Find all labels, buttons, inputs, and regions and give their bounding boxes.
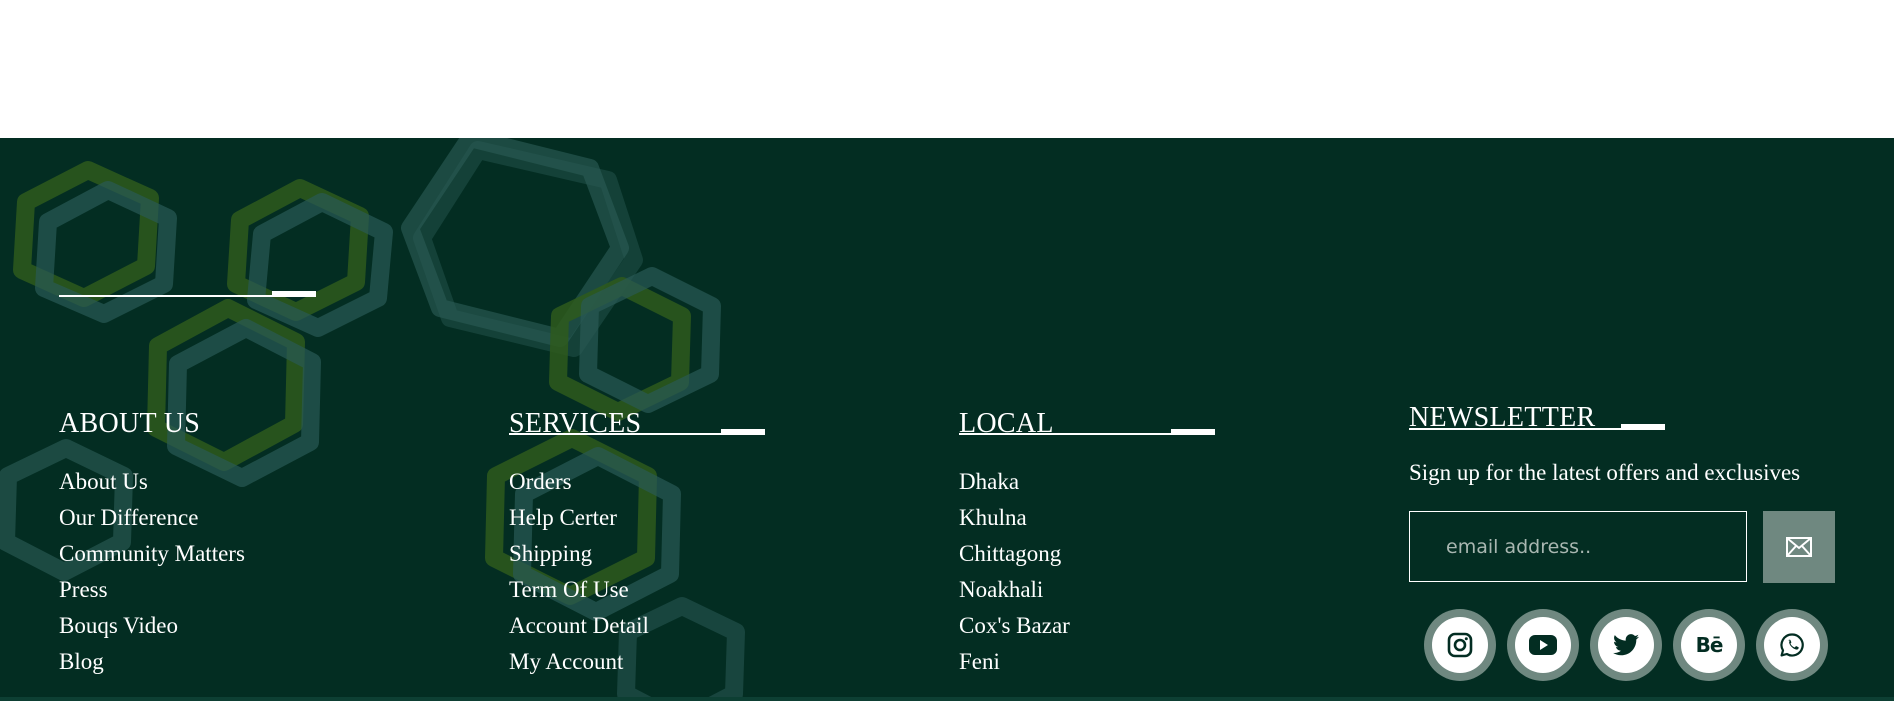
local-title-accent bbox=[1171, 429, 1215, 435]
services-link-orders[interactable]: Orders bbox=[509, 464, 649, 500]
about-link-bouqs-video[interactable]: Bouqs Video bbox=[59, 608, 245, 644]
about-link-community-matters[interactable]: Community Matters bbox=[59, 536, 245, 572]
services-link-shipping[interactable]: Shipping bbox=[509, 536, 649, 572]
local-link-chittagong[interactable]: Chittagong bbox=[959, 536, 1070, 572]
envelope-icon bbox=[1786, 537, 1812, 557]
behance-icon: Bē bbox=[1695, 633, 1724, 657]
whatsapp-icon bbox=[1780, 633, 1804, 657]
about-link-about-us[interactable]: About Us bbox=[59, 464, 245, 500]
local-title: LOCAL bbox=[959, 408, 1054, 439]
twitter-icon bbox=[1613, 634, 1639, 656]
social-links: Bē bbox=[1424, 609, 1828, 681]
twitter-button[interactable] bbox=[1590, 609, 1662, 681]
about-link-press[interactable]: Press bbox=[59, 572, 245, 608]
services-title-accent bbox=[721, 429, 765, 435]
about-title-accent bbox=[272, 291, 316, 297]
newsletter-title-accent bbox=[1621, 424, 1665, 430]
services-link-terms[interactable]: Term Of Use bbox=[509, 572, 649, 608]
services-link-help-center[interactable]: Help Certer bbox=[509, 500, 649, 536]
youtube-icon bbox=[1529, 635, 1557, 655]
whatsapp-button[interactable] bbox=[1756, 609, 1828, 681]
behance-button[interactable]: Bē bbox=[1673, 609, 1745, 681]
local-link-feni[interactable]: Feni bbox=[959, 644, 1070, 680]
local-link-dhaka[interactable]: Dhaka bbox=[959, 464, 1070, 500]
youtube-button[interactable] bbox=[1507, 609, 1579, 681]
instagram-icon bbox=[1447, 632, 1473, 658]
local-link-khulna[interactable]: Khulna bbox=[959, 500, 1070, 536]
local-links: Dhaka Khulna Chittagong Noakhali Cox's B… bbox=[959, 464, 1070, 680]
instagram-button[interactable] bbox=[1424, 609, 1496, 681]
about-title: ABOUT US bbox=[59, 408, 201, 439]
newsletter-subtitle: Sign up for the latest offers and exclus… bbox=[1409, 460, 1801, 485]
footer-bottom-line bbox=[0, 697, 1894, 701]
services-link-my-account[interactable]: My Account bbox=[509, 644, 649, 680]
local-link-noakhali[interactable]: Noakhali bbox=[959, 572, 1070, 608]
local-link-coxs-bazar[interactable]: Cox's Bazar bbox=[959, 608, 1070, 644]
about-links: About Us Our Difference Community Matter… bbox=[59, 464, 245, 680]
services-link-account-detail[interactable]: Account Detail bbox=[509, 608, 649, 644]
about-link-blog[interactable]: Blog bbox=[59, 644, 245, 680]
page-top-blank bbox=[0, 0, 1894, 138]
newsletter-email-input[interactable] bbox=[1409, 511, 1747, 582]
services-title: SERVICES bbox=[509, 408, 642, 439]
about-link-our-difference[interactable]: Our Difference bbox=[59, 500, 245, 536]
newsletter-submit-button[interactable] bbox=[1763, 511, 1835, 583]
services-links: Orders Help Certer Shipping Term Of Use … bbox=[509, 464, 649, 680]
